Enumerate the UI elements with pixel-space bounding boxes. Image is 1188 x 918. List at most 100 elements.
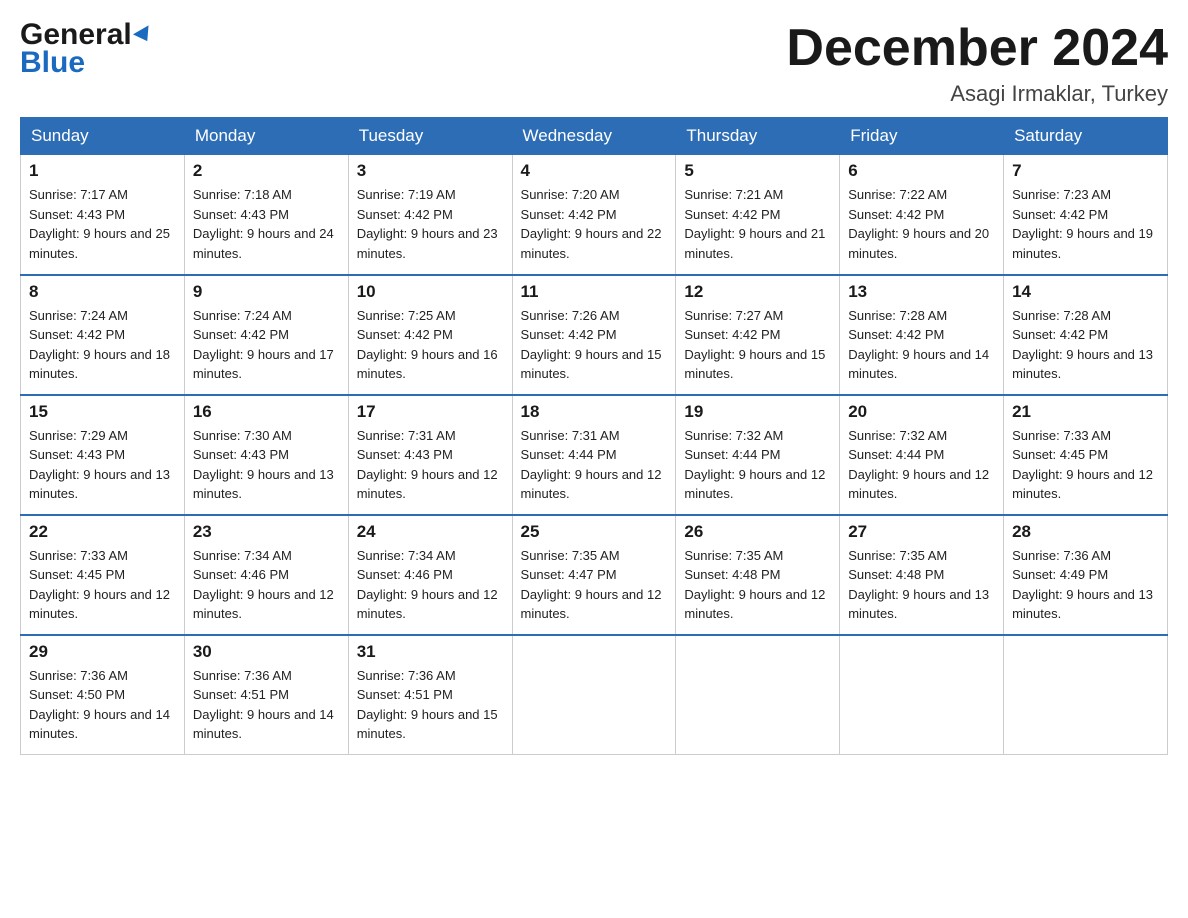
day-cell-28: 28Sunrise: 7:36 AMSunset: 4:49 PMDayligh…	[1004, 515, 1168, 635]
day-info-7: Sunrise: 7:23 AMSunset: 4:42 PMDaylight:…	[1012, 185, 1159, 263]
day-number-20: 20	[848, 402, 995, 422]
day-info-20: Sunrise: 7:32 AMSunset: 4:44 PMDaylight:…	[848, 426, 995, 504]
day-info-1: Sunrise: 7:17 AMSunset: 4:43 PMDaylight:…	[29, 185, 176, 263]
header-sunday: Sunday	[21, 118, 185, 155]
day-cell-8: 8Sunrise: 7:24 AMSunset: 4:42 PMDaylight…	[21, 275, 185, 395]
day-number-11: 11	[521, 282, 668, 302]
day-cell-15: 15 Sunrise: 7:29 AMSunset: 4:43 PMDayligh…	[21, 395, 185, 515]
day-info-12: Sunrise: 7:27 AMSunset: 4:42 PMDaylight:…	[684, 306, 831, 384]
day-number-13: 13	[848, 282, 995, 302]
day-info-31: Sunrise: 7:36 AMSunset: 4:51 PMDaylight:…	[357, 666, 504, 744]
day-cell-2: 2Sunrise: 7:18 AMSunset: 4:43 PMDaylight…	[184, 155, 348, 275]
day-info-22: Sunrise: 7:33 AMSunset: 4:45 PMDaylight:…	[29, 546, 176, 624]
empty-cell	[512, 635, 676, 755]
day-number-15: 15	[29, 402, 176, 422]
day-cell-20: 20 Sunrise: 7:32 AMSunset: 4:44 PMDayligh…	[840, 395, 1004, 515]
header-monday: Monday	[184, 118, 348, 155]
month-title: December 2024	[786, 20, 1168, 77]
day-cell-4: 4Sunrise: 7:20 AMSunset: 4:42 PMDaylight…	[512, 155, 676, 275]
calendar-header-row: SundayMondayTuesdayWednesdayThursdayFrid…	[21, 118, 1168, 155]
day-info-16: Sunrise: 7:30 AMSunset: 4:43 PMDaylight:…	[193, 426, 340, 504]
day-number-31: 31	[357, 642, 504, 662]
day-number-27: 27	[848, 522, 995, 542]
day-info-26: Sunrise: 7:35 AMSunset: 4:48 PMDaylight:…	[684, 546, 831, 624]
day-cell-3: 3 Sunrise: 7:19 AMSunset: 4:42 PMDaylight…	[348, 155, 512, 275]
day-info-4: Sunrise: 7:20 AMSunset: 4:42 PMDaylight:…	[521, 185, 668, 263]
day-info-18: Sunrise: 7:31 AMSunset: 4:44 PMDaylight:…	[521, 426, 668, 504]
day-info-29: Sunrise: 7:36 AMSunset: 4:50 PMDaylight:…	[29, 666, 176, 744]
day-info-8: Sunrise: 7:24 AMSunset: 4:42 PMDaylight:…	[29, 306, 176, 384]
day-number-1: 1	[29, 161, 176, 181]
day-cell-21: 21 Sunrise: 7:33 AMSunset: 4:45 PMDayligh…	[1004, 395, 1168, 515]
day-info-3: Sunrise: 7:19 AMSunset: 4:42 PMDaylight:…	[357, 185, 504, 263]
day-cell-6: 6 Sunrise: 7:22 AMSunset: 4:42 PMDaylight…	[840, 155, 1004, 275]
day-info-13: Sunrise: 7:28 AMSunset: 4:42 PMDaylight:…	[848, 306, 995, 384]
day-info-28: Sunrise: 7:36 AMSunset: 4:49 PMDaylight:…	[1012, 546, 1159, 624]
day-cell-22: 22 Sunrise: 7:33 AMSunset: 4:45 PMDayligh…	[21, 515, 185, 635]
day-cell-11: 11 Sunrise: 7:26 AMSunset: 4:42 PMDayligh…	[512, 275, 676, 395]
day-number-14: 14	[1012, 282, 1159, 302]
day-number-10: 10	[357, 282, 504, 302]
day-cell-5: 5Sunrise: 7:21 AMSunset: 4:42 PMDaylight…	[676, 155, 840, 275]
day-info-15: Sunrise: 7:29 AMSunset: 4:43 PMDaylight:…	[29, 426, 176, 504]
week-row-3: 15 Sunrise: 7:29 AMSunset: 4:43 PMDayligh…	[21, 395, 1168, 515]
logo-arrow-icon	[135, 20, 153, 50]
day-number-19: 19	[684, 402, 831, 422]
empty-cell	[676, 635, 840, 755]
week-row-5: 29 Sunrise: 7:36 AMSunset: 4:50 PMDayligh…	[21, 635, 1168, 755]
logo-line2: Blue	[20, 48, 153, 78]
day-number-12: 12	[684, 282, 831, 302]
week-row-1: 1 Sunrise: 7:17 AMSunset: 4:43 PMDaylight…	[21, 155, 1168, 275]
week-row-4: 22 Sunrise: 7:33 AMSunset: 4:45 PMDayligh…	[21, 515, 1168, 635]
day-cell-17: 17 Sunrise: 7:31 AMSunset: 4:43 PMDayligh…	[348, 395, 512, 515]
day-number-22: 22	[29, 522, 176, 542]
header-saturday: Saturday	[1004, 118, 1168, 155]
day-number-3: 3	[357, 161, 504, 181]
day-number-18: 18	[521, 402, 668, 422]
day-cell-1: 1 Sunrise: 7:17 AMSunset: 4:43 PMDaylight…	[21, 155, 185, 275]
day-number-23: 23	[193, 522, 340, 542]
day-number-24: 24	[357, 522, 504, 542]
week-row-2: 8Sunrise: 7:24 AMSunset: 4:42 PMDaylight…	[21, 275, 1168, 395]
day-info-23: Sunrise: 7:34 AMSunset: 4:46 PMDaylight:…	[193, 546, 340, 624]
empty-cell	[840, 635, 1004, 755]
day-info-5: Sunrise: 7:21 AMSunset: 4:42 PMDaylight:…	[684, 185, 831, 263]
day-info-10: Sunrise: 7:25 AMSunset: 4:42 PMDaylight:…	[357, 306, 504, 384]
day-info-2: Sunrise: 7:18 AMSunset: 4:43 PMDaylight:…	[193, 185, 340, 263]
day-number-29: 29	[29, 642, 176, 662]
empty-cell	[1004, 635, 1168, 755]
title-block: December 2024 Asagi Irmaklar, Turkey	[786, 20, 1168, 107]
day-cell-26: 26Sunrise: 7:35 AMSunset: 4:48 PMDayligh…	[676, 515, 840, 635]
day-cell-25: 25Sunrise: 7:35 AMSunset: 4:47 PMDayligh…	[512, 515, 676, 635]
day-cell-24: 24Sunrise: 7:34 AMSunset: 4:46 PMDayligh…	[348, 515, 512, 635]
day-info-11: Sunrise: 7:26 AMSunset: 4:42 PMDaylight:…	[521, 306, 668, 384]
day-cell-12: 12 Sunrise: 7:27 AMSunset: 4:42 PMDayligh…	[676, 275, 840, 395]
day-cell-18: 18 Sunrise: 7:31 AMSunset: 4:44 PMDayligh…	[512, 395, 676, 515]
calendar-table: SundayMondayTuesdayWednesdayThursdayFrid…	[20, 117, 1168, 755]
day-number-6: 6	[848, 161, 995, 181]
day-info-27: Sunrise: 7:35 AMSunset: 4:48 PMDaylight:…	[848, 546, 995, 624]
day-info-21: Sunrise: 7:33 AMSunset: 4:45 PMDaylight:…	[1012, 426, 1159, 504]
day-info-17: Sunrise: 7:31 AMSunset: 4:43 PMDaylight:…	[357, 426, 504, 504]
day-cell-29: 29 Sunrise: 7:36 AMSunset: 4:50 PMDayligh…	[21, 635, 185, 755]
page-header: General Blue December 2024 Asagi Irmakla…	[20, 20, 1168, 107]
logo: General Blue	[20, 20, 153, 78]
day-cell-13: 13 Sunrise: 7:28 AMSunset: 4:42 PMDayligh…	[840, 275, 1004, 395]
day-cell-16: 16Sunrise: 7:30 AMSunset: 4:43 PMDayligh…	[184, 395, 348, 515]
day-cell-23: 23 Sunrise: 7:34 AMSunset: 4:46 PMDayligh…	[184, 515, 348, 635]
day-cell-14: 14Sunrise: 7:28 AMSunset: 4:42 PMDayligh…	[1004, 275, 1168, 395]
day-cell-27: 27 Sunrise: 7:35 AMSunset: 4:48 PMDayligh…	[840, 515, 1004, 635]
header-wednesday: Wednesday	[512, 118, 676, 155]
day-info-6: Sunrise: 7:22 AMSunset: 4:42 PMDaylight:…	[848, 185, 995, 263]
day-number-7: 7	[1012, 161, 1159, 181]
day-info-19: Sunrise: 7:32 AMSunset: 4:44 PMDaylight:…	[684, 426, 831, 504]
header-friday: Friday	[840, 118, 1004, 155]
day-info-9: Sunrise: 7:24 AMSunset: 4:42 PMDaylight:…	[193, 306, 340, 384]
day-number-9: 9	[193, 282, 340, 302]
day-cell-10: 10 Sunrise: 7:25 AMSunset: 4:42 PMDayligh…	[348, 275, 512, 395]
day-number-17: 17	[357, 402, 504, 422]
day-cell-7: 7 Sunrise: 7:23 AMSunset: 4:42 PMDaylight…	[1004, 155, 1168, 275]
header-tuesday: Tuesday	[348, 118, 512, 155]
day-info-30: Sunrise: 7:36 AMSunset: 4:51 PMDaylight:…	[193, 666, 340, 744]
day-number-21: 21	[1012, 402, 1159, 422]
